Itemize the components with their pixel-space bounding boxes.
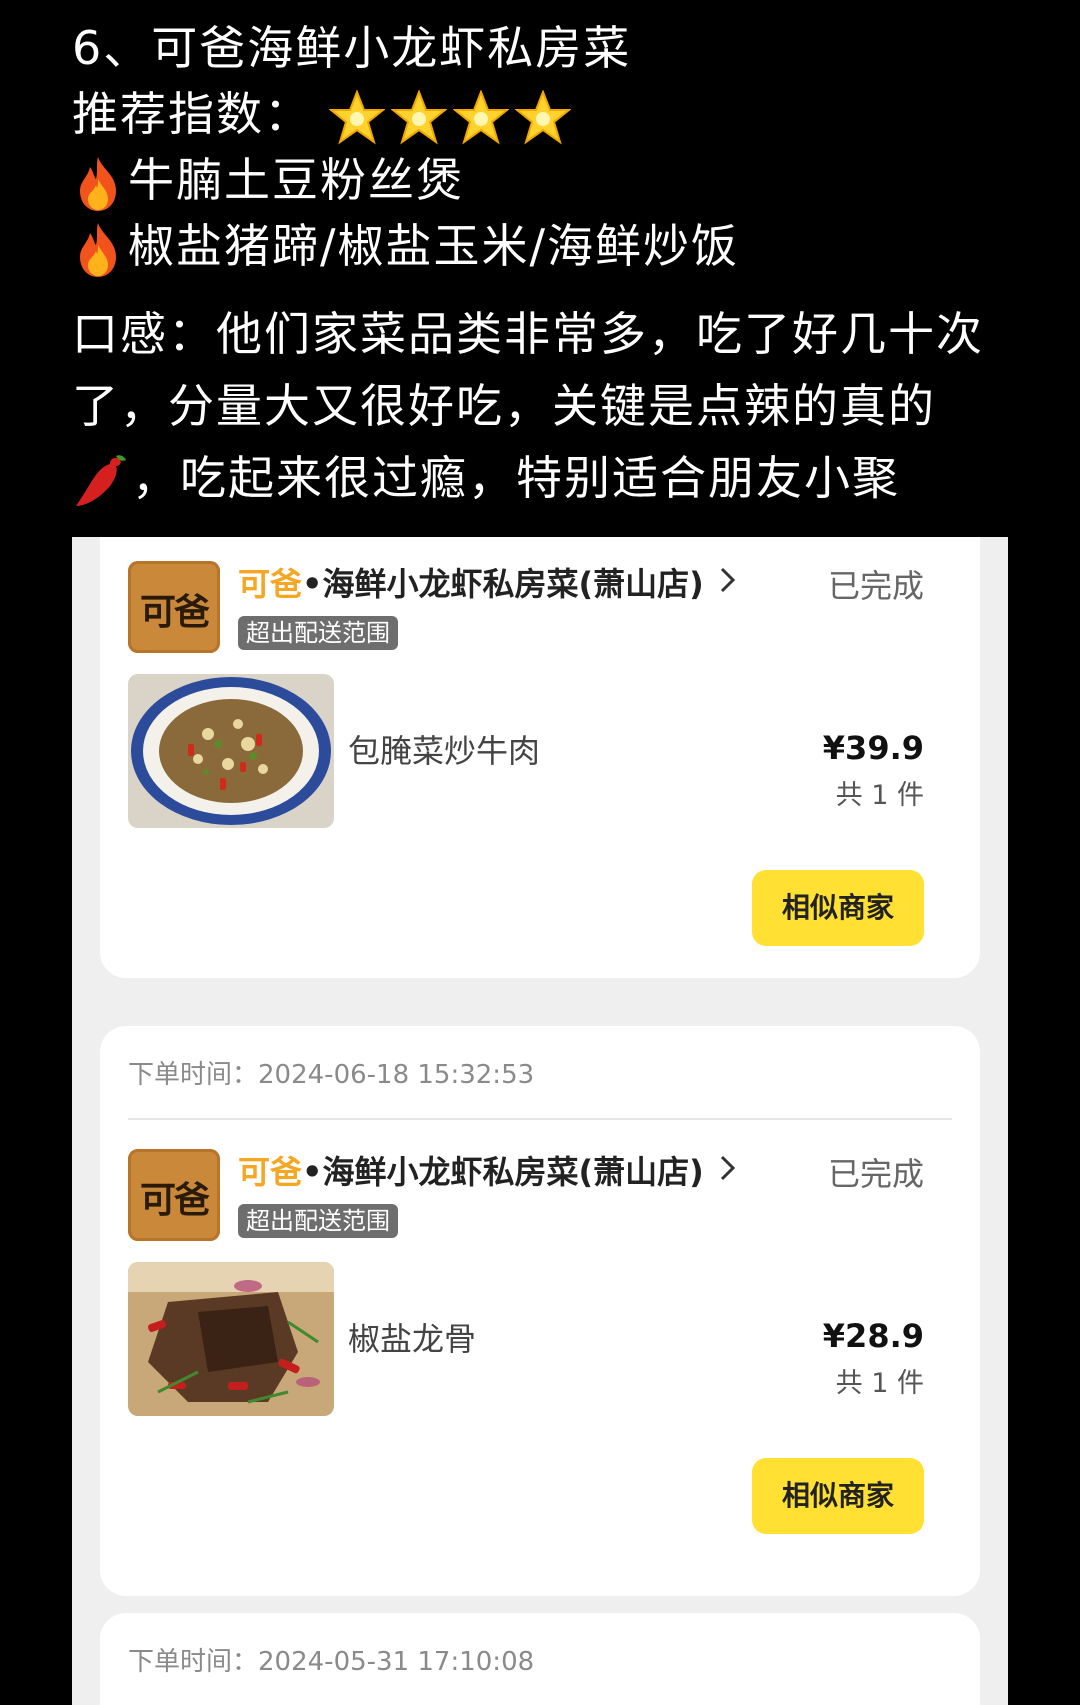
post-title: 6、可爸海鲜小龙虾私房菜 [72, 21, 632, 75]
post-text-area: 6、可爸海鲜小龙虾私房菜 推荐指数： 牛腩土豆粉丝煲 椒盐猪蹄/椒盐玉米/海鲜炒… [0, 0, 1080, 537]
fire-icon [80, 156, 116, 211]
taste-line-1: 口感：他们家菜品类非常多，吃了好几十次 [72, 307, 984, 361]
dish-image[interactable] [128, 1262, 334, 1416]
order-price: ¥39.9 [822, 729, 924, 767]
recommend-dish-1: 牛腩土豆粉丝煲 [72, 150, 464, 213]
shop-logo: 可爸 [128, 561, 220, 653]
delivery-range-badge: 超出配送范围 [238, 616, 398, 650]
rating-row: 推荐指数： [72, 84, 577, 146]
chili-icon [76, 454, 126, 506]
fire-icon [80, 222, 116, 277]
item-count: 共 1 件 [835, 1368, 924, 1399]
divider [128, 1118, 952, 1120]
order-list-screenshot: 可爸 可爸•海鲜小龙虾私房菜(萧山店) 已完成 超出配送范围 包腌菜炒牛肉 ¥3… [72, 537, 1008, 1705]
order-time: 下单时间：2024-05-31 17:10:08 [128, 1647, 535, 1677]
taste-line-2: 了，分量大又很好吃，关键是点辣的真的 [72, 379, 936, 433]
shop-name-link[interactable]: 可爸•海鲜小龙虾私房菜(萧山店) [238, 1147, 704, 1193]
star-icon [514, 89, 571, 144]
delivery-range-badge: 超出配送范围 [238, 1204, 398, 1238]
star-icon [452, 89, 509, 144]
chevron-right-icon[interactable] [714, 567, 740, 593]
order-card[interactable]: 下单时间：2024-05-31 17:10:08 [100, 1613, 980, 1705]
order-card[interactable]: 下单时间：2024-06-18 15:32:53 可爸 可爸•海鲜小龙虾私房菜(… [100, 1026, 980, 1596]
recommend-dish-2: 椒盐猪蹄/椒盐玉米/海鲜炒饭 [72, 216, 739, 279]
dish-image[interactable] [128, 674, 334, 828]
star-icon [328, 89, 385, 144]
similar-shops-button[interactable]: 相似商家 [752, 1458, 924, 1534]
rating-stars [328, 87, 577, 144]
order-status: 已完成 [827, 567, 924, 605]
dish-name: 椒盐龙骨 [348, 1320, 477, 1358]
order-status: 已完成 [827, 1155, 924, 1193]
taste-line-3: ，吃起来很过瘾，特别适合朋友小聚 [72, 448, 900, 512]
order-price: ¥28.9 [822, 1317, 924, 1355]
dish-name: 包腌菜炒牛肉 [348, 732, 541, 770]
star-icon [390, 89, 447, 144]
similar-shops-button[interactable]: 相似商家 [752, 870, 924, 946]
shop-logo: 可爸 [128, 1149, 220, 1241]
item-count: 共 1 件 [835, 780, 924, 811]
order-card[interactable]: 可爸 可爸•海鲜小龙虾私房菜(萧山店) 已完成 超出配送范围 包腌菜炒牛肉 ¥3… [100, 537, 980, 978]
order-time: 下单时间：2024-06-18 15:32:53 [128, 1060, 535, 1090]
shop-name-link[interactable]: 可爸•海鲜小龙虾私房菜(萧山店) [238, 559, 704, 605]
chevron-right-icon[interactable] [714, 1155, 740, 1181]
rating-label: 推荐指数： [72, 87, 312, 141]
